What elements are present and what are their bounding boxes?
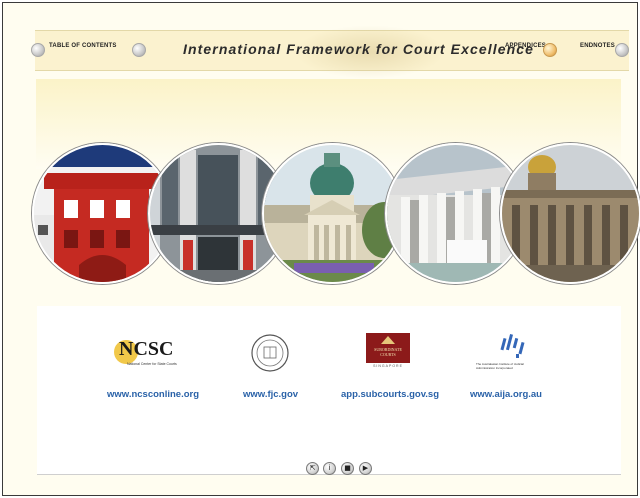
ncsc-website-link[interactable]: www.ncsconline.org [107,389,199,400]
aija-logo-subtitle: The Australasian Institute of Judicial A… [476,362,524,370]
stop-button[interactable]: ■ [341,462,354,475]
endnotes-link[interactable]: ENDNOTES [580,43,615,49]
courthouse-photo-3 [262,143,403,284]
fjc-website-link[interactable]: www.fjc.gov [243,389,298,400]
aija-website-link[interactable]: www.aija.org.au [470,389,542,400]
courthouse-photo-5 [500,143,640,284]
header-bar: TABLE OF CONTENTS International Framewor… [31,25,629,79]
aija-logo[interactable]: The Australasian Institute of Judicial A… [476,330,538,374]
page-title: International Framework for Court Excell… [183,41,535,57]
fjc-seal-logo[interactable] [250,333,290,373]
ncsc-logo[interactable]: NCSC National Center for State Courts [113,336,193,372]
info-button[interactable]: i [323,462,336,475]
toc-link[interactable]: TABLE OF CONTENTS [49,43,117,49]
endnotes-bullet-icon[interactable] [615,43,629,57]
subordinate-courts-logo-text: SUBORDINATE COURTS [374,347,402,357]
subordinate-courts-logo-subtitle: SINGAPORE [373,364,403,368]
ncsc-logo-text: NCSC [119,338,174,360]
subordinate-courts-logo[interactable]: SUBORDINATE COURTS SINGAPORE [366,333,410,371]
title-bullet-icon [132,43,146,57]
first-page-button[interactable]: ⇱ [306,462,319,475]
subcourts-website-link[interactable]: app.subcourts.gov.sg [341,389,439,400]
appendices-link[interactable]: APPENDICES [505,43,546,49]
next-page-button[interactable]: ▶ [359,462,372,475]
appendices-bullet-icon[interactable] [543,43,557,57]
ncsc-logo-subtitle: National Center for State Courts [127,362,177,366]
toc-bullet-icon[interactable] [31,43,45,57]
